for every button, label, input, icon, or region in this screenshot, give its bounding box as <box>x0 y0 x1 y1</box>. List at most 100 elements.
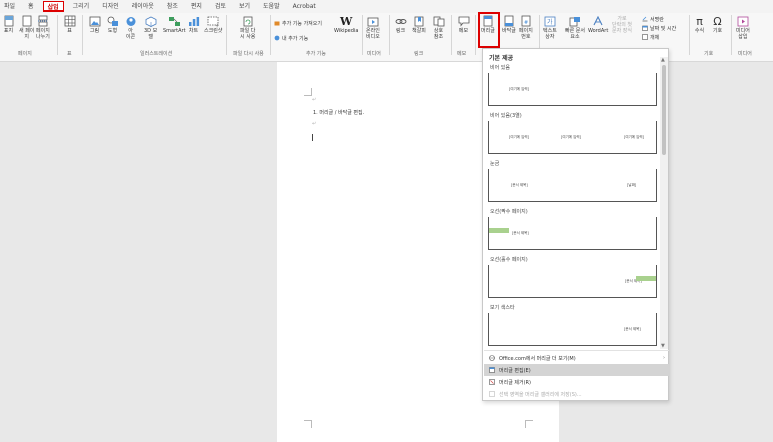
group-label-illustrations: 일러스트레이션 <box>140 51 173 57</box>
header-option-grid[interactable]: [문서 제목] [날짜] <box>488 169 657 202</box>
header-option-view-master[interactable]: [문서 제목] <box>488 313 657 346</box>
scrollbar-thumb[interactable] <box>662 65 666 155</box>
text-cursor <box>312 134 313 141</box>
group-label-addins: 추가 기능 <box>306 51 326 57</box>
footer-icon <box>502 15 515 27</box>
group-label-media: 미디어 <box>367 51 381 57</box>
more-headers-item[interactable]: Office.com에서 머리글 더 보기(M) › <box>484 352 669 364</box>
gallery-scrollbar[interactable]: ▲ ▼ <box>660 57 668 349</box>
document-text-line[interactable]: 1. 머리글 / 바닥글 편집. <box>313 109 364 116</box>
scroll-down-icon[interactable]: ▼ <box>661 343 665 349</box>
gallery-section-label: 비어 있음(3열) <box>490 113 522 119</box>
divider <box>270 15 271 55</box>
gallery-section-label: 비어 있음 <box>490 65 510 71</box>
header-icon <box>481 15 494 27</box>
table-icon <box>63 15 76 27</box>
header-gallery-dropdown: 기본 제공 비어 있음 [여기에 입력] 비어 있음(3열) [여기에 입력] … <box>482 48 669 401</box>
wordart-button[interactable]: WordArt <box>588 15 608 34</box>
group-label-symbols: 기호 <box>704 51 714 57</box>
group-label-reuse: 파일 다시 사용 <box>233 51 264 57</box>
reuse-files-button[interactable]: 파일 다 시 사용 <box>240 15 255 40</box>
divider <box>689 15 690 55</box>
tab-file[interactable]: 파일 <box>0 1 19 12</box>
page-number-button[interactable]: # 페이지 번호 <box>519 15 533 40</box>
header-button[interactable]: 머리글 <box>481 15 495 34</box>
ribbon-tabs: 파일 홈 삽입 그리기 디자인 레이아웃 참조 편지 검토 보기 도움말 Acr… <box>0 0 773 13</box>
insert-media-button[interactable]: 미디어 삽입 <box>736 15 750 40</box>
scroll-up-icon[interactable]: ▲ <box>661 57 665 63</box>
tab-insert[interactable]: 삽입 <box>42 1 64 12</box>
wordart-icon <box>592 15 605 27</box>
tab-review[interactable]: 검토 <box>211 1 230 12</box>
tab-layout[interactable]: 레이아웃 <box>128 1 158 12</box>
tab-view[interactable]: 보기 <box>235 1 254 12</box>
icons-button[interactable]: 아 이콘 <box>124 15 137 40</box>
accent-bar <box>489 228 509 233</box>
object-button[interactable]: 개체 <box>642 33 659 41</box>
remove-header-item[interactable]: 머리글 제거(R) <box>484 376 669 388</box>
omega-icon: Ω <box>713 14 722 28</box>
header-option-blank-3col[interactable]: [여기에 입력] [여기에 입력] [여기에 입력] <box>488 121 657 154</box>
page-break-button[interactable]: 페이지 나누기 <box>36 15 50 40</box>
online-video-button[interactable]: 온라인 비디오 <box>366 15 380 40</box>
calendar-icon <box>642 25 648 31</box>
group-label-tables: 표 <box>67 51 72 57</box>
gallery-section-label: 눈금 <box>490 161 500 167</box>
quick-parts-button[interactable]: 빠른 문서 요소 <box>565 15 585 40</box>
symbol-button[interactable]: Ω 기호 <box>711 14 724 35</box>
page-number-icon: # <box>519 15 532 27</box>
date-time-button[interactable]: 날짜 및 시간 <box>642 24 676 32</box>
pictures-button[interactable]: 그림 <box>88 15 101 34</box>
my-addins-button[interactable]: 내 추가 기능 <box>274 34 308 42</box>
comment-button[interactable]: 메모 <box>457 15 470 34</box>
3d-models-button[interactable]: 3D 모 델 <box>144 15 157 40</box>
tab-draw[interactable]: 그리기 <box>69 1 94 12</box>
divider <box>389 15 390 55</box>
tab-mailings[interactable]: 편지 <box>187 1 206 12</box>
crop-mark <box>525 420 533 428</box>
tab-design[interactable]: 디자인 <box>98 1 123 12</box>
picture-icon <box>88 15 101 27</box>
divider <box>475 15 476 55</box>
link-button[interactable]: 링크 <box>394 15 407 34</box>
pi-icon: π <box>696 14 703 28</box>
globe-icon <box>489 355 495 361</box>
accent-bar <box>636 276 656 281</box>
equation-button[interactable]: π 수식 <box>693 14 706 35</box>
footer-button[interactable]: 바닥글 <box>502 15 516 34</box>
screenshot-button[interactable]: + 스크린샷 <box>204 15 222 34</box>
tab-help[interactable]: 도움말 <box>259 1 284 12</box>
text-box-button[interactable]: 가 텍스트 상자 <box>543 15 557 40</box>
header-option-odd-page[interactable]: [문서 제목] <box>488 265 657 298</box>
cross-reference-button[interactable]: 상호 참조 <box>432 15 445 40</box>
table-button[interactable]: 표 <box>63 15 76 34</box>
edit-header-icon <box>489 367 495 373</box>
blank-page-icon <box>20 15 33 27</box>
get-addins-button[interactable]: 추가 기능 가져오기 <box>274 19 322 27</box>
icons-icon <box>124 15 137 27</box>
signature-line-button[interactable]: 서명란 <box>642 15 664 23</box>
shapes-button[interactable]: 도형 <box>106 15 119 34</box>
video-icon <box>366 15 379 27</box>
drop-cap-button[interactable]: 가로 단락의 첫 문자 장식 <box>612 15 632 34</box>
tab-home[interactable]: 홈 <box>24 1 38 12</box>
save-selection-item[interactable]: 선택 영역을 머리글 갤러리에 저장(S)... <box>484 388 669 400</box>
paragraph-mark: ↵ <box>312 97 317 103</box>
smartart-icon <box>168 15 181 27</box>
tab-references[interactable]: 참조 <box>163 1 182 12</box>
chart-button[interactable]: 차트 <box>187 15 200 34</box>
tab-acrobat[interactable]: Acrobat <box>289 1 320 12</box>
cover-page-button[interactable]: 표지 <box>2 15 15 34</box>
header-option-even-page[interactable]: [문서 제목] <box>488 217 657 250</box>
cross-reference-icon <box>432 15 445 27</box>
blank-page-button[interactable]: 새 페이 지 <box>19 15 34 40</box>
edit-header-item[interactable]: 머리글 편집(E) <box>484 364 669 376</box>
save-to-gallery-icon <box>489 391 495 397</box>
crop-mark <box>304 88 312 96</box>
header-option-blank[interactable]: [여기에 입력] <box>488 73 657 106</box>
menu-divider <box>484 350 669 351</box>
bookmark-button[interactable]: 책갈피 <box>412 15 426 34</box>
smartart-button[interactable]: SmartArt <box>163 15 186 34</box>
screenshot-icon: + <box>207 15 220 27</box>
wikipedia-button[interactable]: W Wikipedia <box>334 15 358 35</box>
